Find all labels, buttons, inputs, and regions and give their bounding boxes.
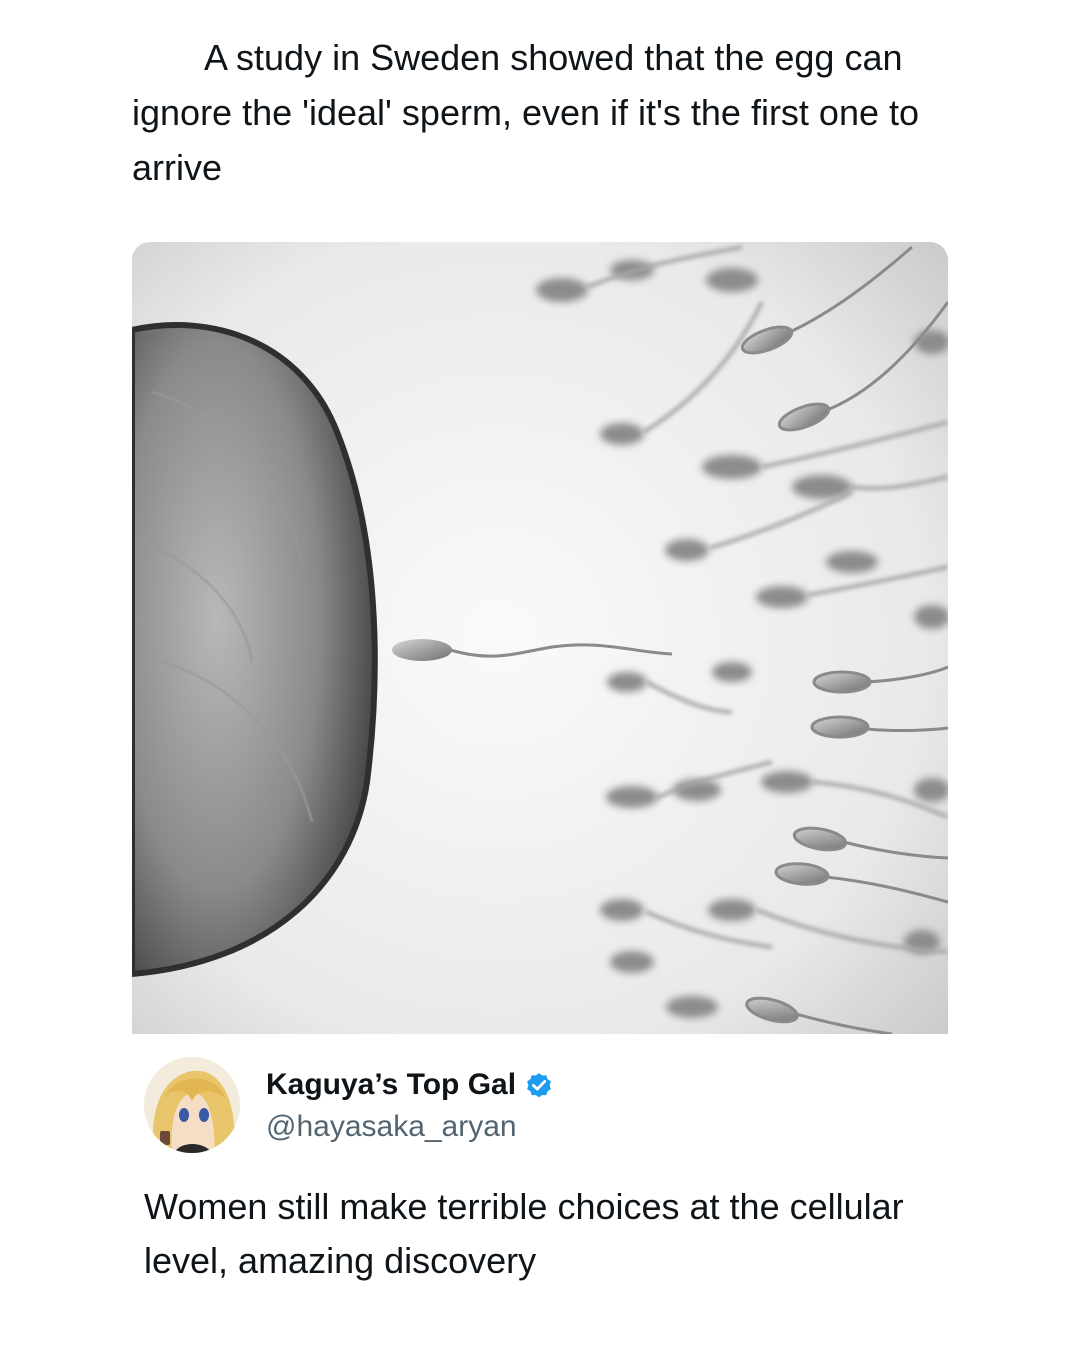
verified-badge-icon: [527, 1073, 551, 1098]
headline-text: A study in Sweden showed that the egg ca…: [132, 37, 920, 188]
post-image[interactable]: [132, 242, 948, 1034]
display-name[interactable]: Kaguya’s Top Gal: [266, 1068, 516, 1102]
user-handle[interactable]: @hayasaka_aryan: [266, 1110, 517, 1144]
avatar[interactable]: [144, 1057, 240, 1153]
egg-and-sperm-illustration: [132, 242, 948, 1034]
tweet-author[interactable]: Kaguya’s Top Gal @hayasaka_aryan: [144, 1050, 924, 1160]
tweet-text: Women still make terrible choices at the…: [144, 1186, 904, 1281]
anime-avatar-icon: [144, 1057, 240, 1153]
